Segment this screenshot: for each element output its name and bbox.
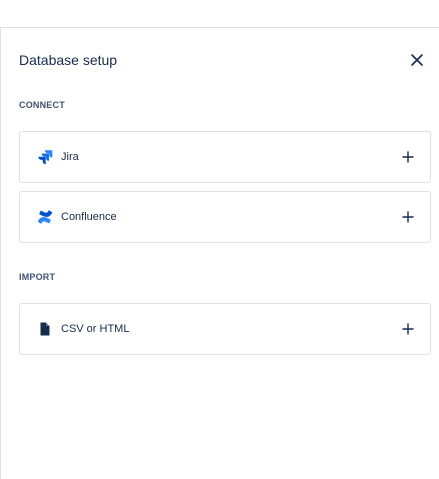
file-icon: [37, 321, 53, 337]
connect-jira-card[interactable]: Jira: [19, 131, 431, 183]
jira-icon: [37, 149, 53, 165]
top-strip: [0, 0, 439, 28]
database-setup-panel: Database setup CONNECT Jira Confluence I…: [0, 27, 439, 479]
panel-header: Database setup: [19, 50, 431, 70]
import-csv-html-card[interactable]: CSV or HTML: [19, 303, 431, 355]
connect-confluence-card[interactable]: Confluence: [19, 191, 431, 243]
section-label-connect: CONNECT: [19, 100, 65, 110]
card-label-confluence: Confluence: [61, 211, 117, 223]
plus-icon[interactable]: [402, 151, 414, 163]
plus-icon[interactable]: [402, 323, 414, 335]
confluence-icon: [37, 209, 53, 225]
section-label-import: IMPORT: [19, 272, 56, 282]
card-label-csv-html: CSV or HTML: [61, 323, 130, 335]
close-button[interactable]: [407, 50, 427, 70]
close-icon: [411, 54, 423, 66]
panel-title: Database setup: [19, 52, 118, 68]
plus-icon[interactable]: [402, 211, 414, 223]
card-label-jira: Jira: [61, 151, 79, 163]
